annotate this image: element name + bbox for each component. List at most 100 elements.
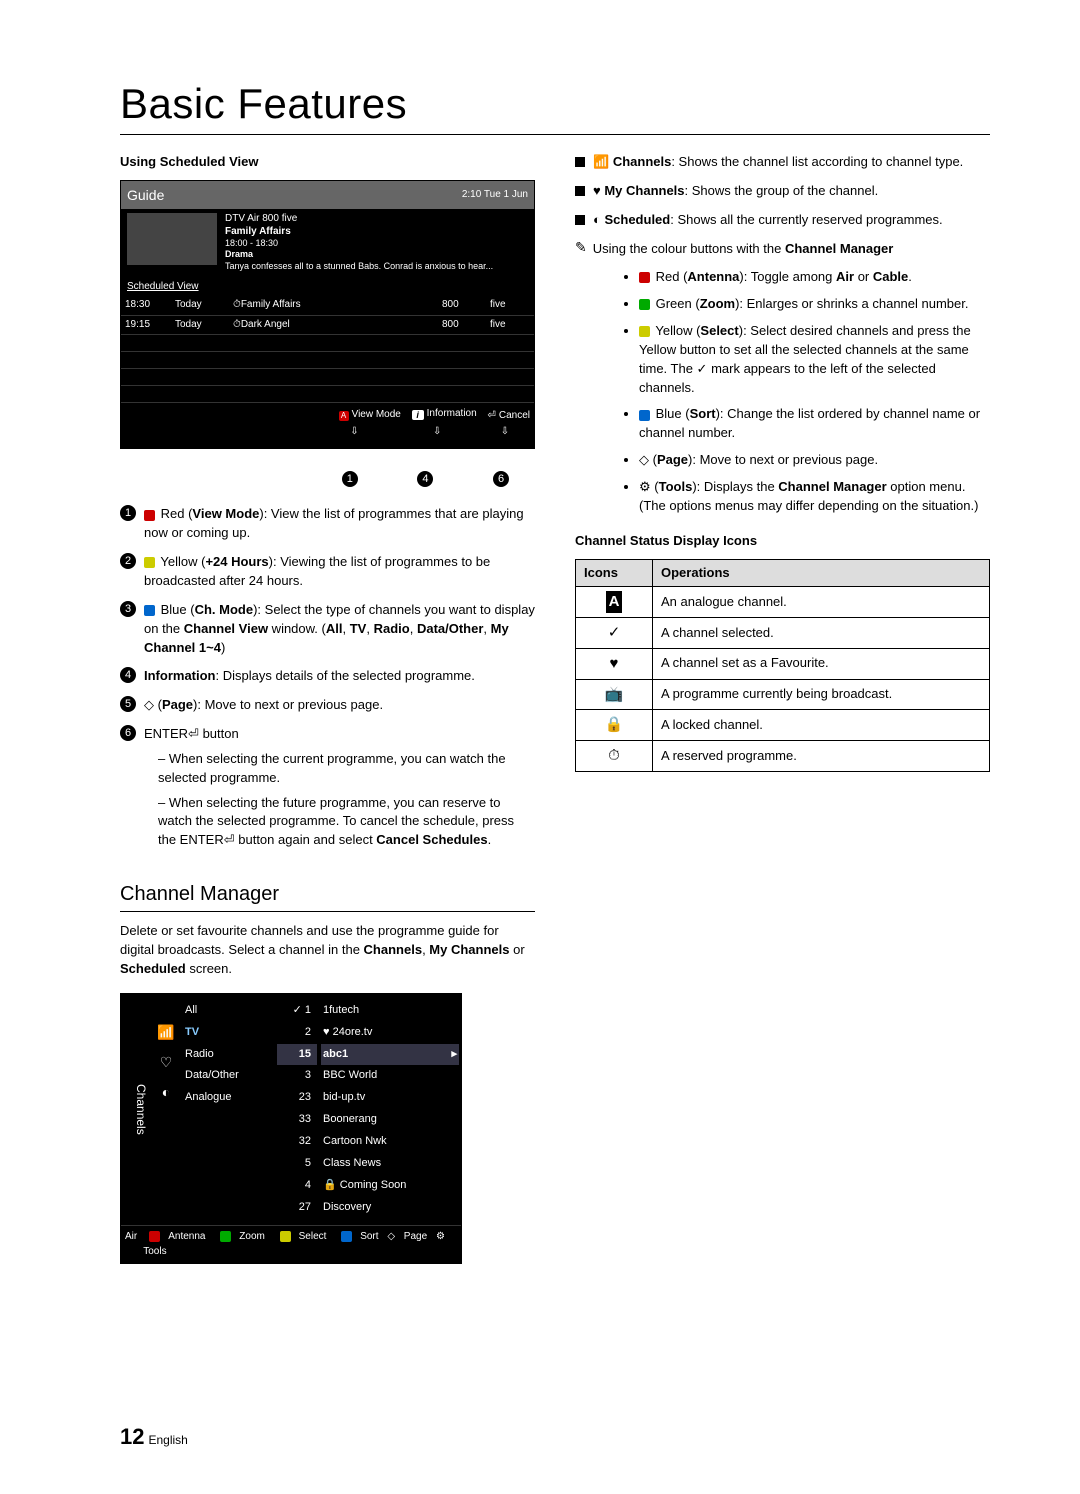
icon-check: ✓: [576, 618, 653, 649]
icon-lock: 🔒: [576, 710, 653, 741]
numlist-1-body: Red (View Mode): View the list of progra…: [144, 505, 535, 543]
channel-cat: Data/Other: [185, 1065, 271, 1087]
channels-side-label: Channels: [121, 994, 151, 1225]
icons-table-heading: Channel Status Display Icons: [575, 532, 990, 551]
lock-icon: 🔒: [323, 1179, 337, 1191]
red-chip-icon: A: [339, 411, 349, 421]
callout-4: 4: [417, 471, 433, 487]
guide-callouts: 1 4 6: [120, 461, 535, 492]
page-number: 12: [120, 1424, 144, 1449]
icon-clock: ⏱: [576, 741, 653, 772]
note-icon: ✎: [575, 240, 587, 259]
guide-title: Guide: [127, 185, 164, 205]
square-bullet-icon: [575, 186, 585, 196]
square-bullet-icon: [575, 157, 585, 167]
page-lang: English: [148, 1433, 187, 1447]
clock-icon: ◐: [162, 1082, 170, 1102]
red-chip-icon: [639, 272, 650, 283]
channel-numbers: ✓ 1 2 15 3 23 33 32 5 4 27: [275, 994, 319, 1225]
channels-widget: Channels 📶 ♡ ◐ All TV Radio Data/Other A…: [120, 993, 462, 1264]
channel-cat: All: [185, 1000, 271, 1022]
icons-desc: A locked channel.: [653, 710, 990, 741]
guide-row: 18:30 Today ⏱Family Affairs 800 five: [121, 296, 534, 315]
guide-channel-line: DTV Air 800 five: [225, 213, 528, 226]
guide-footer: A View Mode i Information ⏎ Cancel ⇩ ⇩ ⇩: [121, 403, 534, 447]
guide-table: 18:30 Today ⏱Family Affairs 800 five 19:…: [121, 296, 534, 403]
icons-table: IconsOperations AAn analogue channel. ✓A…: [575, 559, 990, 772]
foot-information: Information: [427, 407, 477, 422]
channels-foot-right: Antenna Zoom Select Sort ◇ Page ⚙ Tools: [137, 1230, 457, 1259]
numlist-4-body: Information: Displays details of the sel…: [144, 667, 535, 686]
numlist-4-badge: 4: [120, 667, 136, 683]
guide-prog-time: 18:00 - 18:30: [225, 238, 528, 249]
red-chip-icon: [149, 1231, 160, 1242]
icon-tv: 📺: [576, 679, 653, 710]
arrow-right-icon: ▸: [451, 1047, 457, 1063]
channel-cat: Radio: [185, 1044, 271, 1066]
numlist-6-body: ENTER⏎ button When selecting the current…: [144, 725, 535, 856]
icons-th-icons: Icons: [576, 559, 653, 587]
numlist-6-sub1: When selecting the current programme, yo…: [158, 750, 535, 788]
square-bullet-icon: [575, 215, 585, 225]
numlist-1-badge: 1: [120, 505, 136, 521]
numlist-5-body: ◇ (Page): Move to next or previous page.: [144, 696, 535, 715]
guide-row: 19:15 Today ⏱Dark Angel 800 five: [121, 315, 534, 335]
right-block-list: 📶 Channels: Shows the channel list accor…: [575, 153, 990, 230]
guide-widget: Guide 2:10 Tue 1 Jun DTV Air 800 five Fa…: [120, 180, 535, 449]
blue-chip-icon: [639, 410, 650, 421]
guide-programme-info: DTV Air 800 five Family Affairs 18:00 - …: [225, 213, 528, 272]
scheduled-view-heading: Using Scheduled View: [120, 153, 535, 172]
guide-prog-genre: Drama: [225, 249, 253, 259]
yellow-chip-icon: [639, 326, 650, 337]
numlist-2-badge: 2: [120, 553, 136, 569]
icons-desc: An analogue channel.: [653, 587, 990, 618]
yellow-chip-icon: [144, 557, 155, 568]
guide-thumbnail: [127, 213, 217, 265]
icons-desc: A reserved programme.: [653, 741, 990, 772]
info-icon: i: [412, 410, 424, 420]
icons-desc: A programme currently being broadcast.: [653, 679, 990, 710]
section-rule: [120, 911, 535, 912]
icons-desc: A channel set as a Favourite.: [653, 648, 990, 679]
numlist-2-body: Yellow (+24 Hours): Viewing the list of …: [144, 553, 535, 591]
green-chip-icon: [639, 299, 650, 310]
return-icon: ⏎: [487, 409, 495, 424]
yellow-chip-icon: [280, 1231, 291, 1242]
green-chip-icon: [220, 1231, 231, 1242]
red-chip-icon: [144, 510, 155, 521]
title-rule: [120, 134, 990, 135]
numlist-3-body: Blue (Ch. Mode): Select the type of chan…: [144, 601, 535, 658]
numlist-6-badge: 6: [120, 725, 136, 741]
channel-cat-selected: TV: [185, 1022, 271, 1044]
heart-icon: ♡: [160, 1052, 173, 1072]
guide-prog-desc: Tanya confesses all to a stunned Babs. C…: [225, 261, 528, 272]
heart-icon: ♥: [593, 183, 601, 198]
numlist-6-sub2: When selecting the future programme, you…: [158, 794, 535, 851]
blue-chip-icon: [341, 1231, 352, 1242]
channel-manager-body: Delete or set favourite channels and use…: [120, 922, 535, 979]
feature-numlist: 1 Red (View Mode): View the list of prog…: [120, 505, 535, 856]
guide-prog-title: Family Affairs: [225, 226, 291, 237]
callout-6: 6: [493, 471, 509, 487]
icons-th-ops: Operations: [653, 559, 990, 587]
antenna-icon: 📶: [593, 154, 609, 169]
colour-note: ✎ Using the colour buttons with the Chan…: [575, 240, 990, 259]
page-title: Basic Features: [120, 80, 990, 128]
channel-cat: Analogue: [185, 1087, 271, 1109]
page-footer: 12 English: [120, 1424, 990, 1450]
channels-side-icons: 📶 ♡ ◐: [151, 994, 181, 1225]
foot-cancel: Cancel: [499, 409, 530, 424]
icons-desc: A channel selected.: [653, 618, 990, 649]
antenna-icon: 📶: [157, 1022, 174, 1042]
foot-view-mode: View Mode: [352, 408, 401, 423]
scheduled-view-tab: Scheduled View: [121, 278, 534, 297]
numlist-3-badge: 3: [120, 601, 136, 617]
callout-1: 1: [342, 471, 358, 487]
icon-heart: ♥: [576, 648, 653, 679]
blue-chip-icon: [144, 605, 155, 616]
channels-foot-left: Air: [125, 1230, 137, 1259]
icon-analogue: A: [576, 587, 653, 618]
heart-icon: ♥: [323, 1026, 330, 1038]
guide-clock: 2:10 Tue 1 Jun: [462, 188, 528, 203]
channel-categories: All TV Radio Data/Other Analogue: [181, 994, 275, 1225]
